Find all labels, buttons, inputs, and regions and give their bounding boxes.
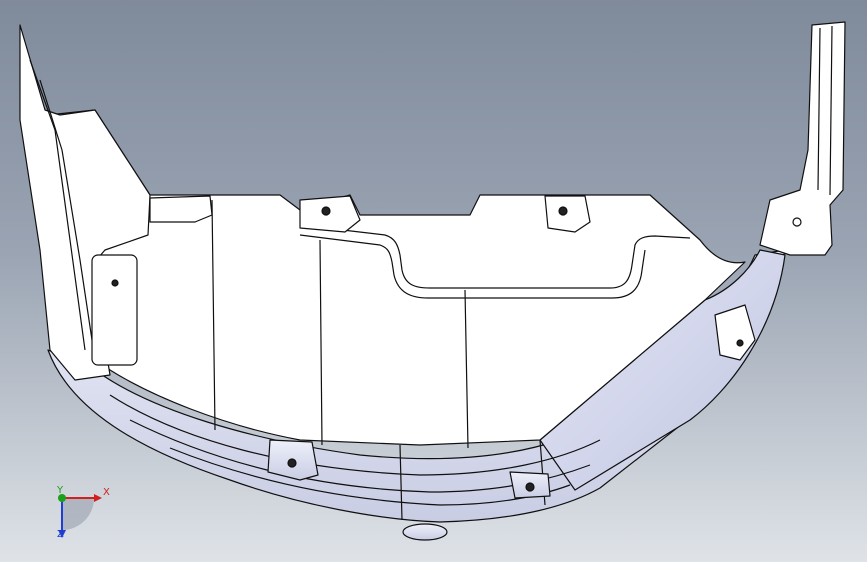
y-axis-label: Y xyxy=(57,485,64,496)
right-arm-hole xyxy=(792,217,802,227)
left-pocket-hole xyxy=(111,279,119,287)
bottom-tab-2-hole xyxy=(525,482,535,492)
top-tab-2 xyxy=(544,195,591,233)
top-tab-2-hole xyxy=(558,206,568,216)
bottom-tab-1-hole xyxy=(287,458,297,468)
part-body xyxy=(19,21,846,541)
graphics-viewport[interactable]: X Y Z xyxy=(0,0,867,562)
top-tab-1 xyxy=(299,195,361,233)
x-axis-label: X xyxy=(103,487,110,498)
top-tab-3 xyxy=(149,195,213,223)
left-pocket xyxy=(91,254,138,366)
bottom-foot xyxy=(402,523,448,541)
right-arm xyxy=(759,21,846,256)
3d-model-view[interactable] xyxy=(0,0,867,562)
z-axis-label: Z xyxy=(57,529,64,540)
x-axis-arrow-icon xyxy=(94,494,102,502)
top-tab-1-hole xyxy=(321,206,331,216)
right-clip-hole xyxy=(736,339,744,347)
